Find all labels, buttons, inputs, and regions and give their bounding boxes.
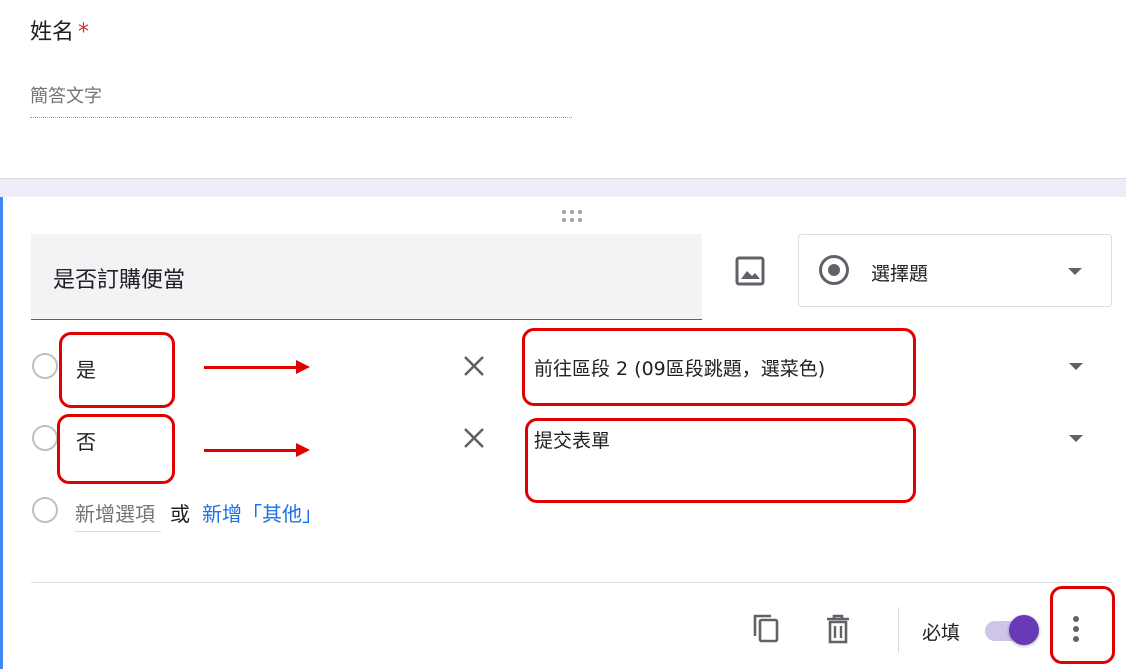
question-card-name[interactable] [0, 0, 1126, 179]
required-toggle-knob[interactable] [1009, 615, 1039, 645]
question-type-label: 選擇題 [871, 263, 929, 285]
drag-handle-icon[interactable] [560, 209, 584, 223]
annotation-box [522, 328, 916, 406]
annotation-box [59, 332, 175, 408]
short-answer-placeholder: 簡答文字 [30, 86, 102, 107]
required-label: 必填 [922, 622, 961, 644]
delete-icon[interactable] [821, 612, 855, 646]
footer-divider [31, 582, 1112, 583]
option-radio [32, 497, 58, 523]
add-other-link[interactable]: 新增「其他」 [202, 498, 322, 527]
annotation-arrow [204, 360, 310, 374]
or-text: 或 [170, 502, 190, 526]
chevron-down-icon[interactable] [1069, 363, 1083, 370]
annotation-box [525, 418, 916, 503]
close-icon[interactable] [461, 425, 487, 451]
question-type-select[interactable]: 選擇題 [798, 234, 1112, 307]
image-icon[interactable] [734, 255, 766, 287]
annotation-box [57, 414, 175, 484]
question-title-text: 是否訂購便當 [53, 268, 186, 293]
option-radio [32, 425, 58, 451]
question-title-input[interactable]: 是否訂購便當 [31, 234, 702, 320]
question-title: 姓名 * [30, 20, 90, 45]
footer-vertical-divider [898, 607, 899, 653]
copy-icon[interactable] [749, 612, 783, 646]
option-radio [32, 353, 58, 379]
radio-button-checked-icon [819, 255, 849, 285]
close-icon[interactable] [461, 353, 487, 379]
add-option-input[interactable]: 新增選項 [75, 498, 155, 527]
short-answer-underline [30, 117, 572, 118]
card-gap [0, 179, 1126, 197]
annotation-arrow [204, 443, 310, 457]
annotation-box [1050, 586, 1115, 664]
chevron-down-icon [1068, 268, 1082, 275]
required-star: * [78, 20, 90, 45]
add-option-underline [75, 531, 161, 532]
chevron-down-icon[interactable] [1069, 435, 1083, 442]
